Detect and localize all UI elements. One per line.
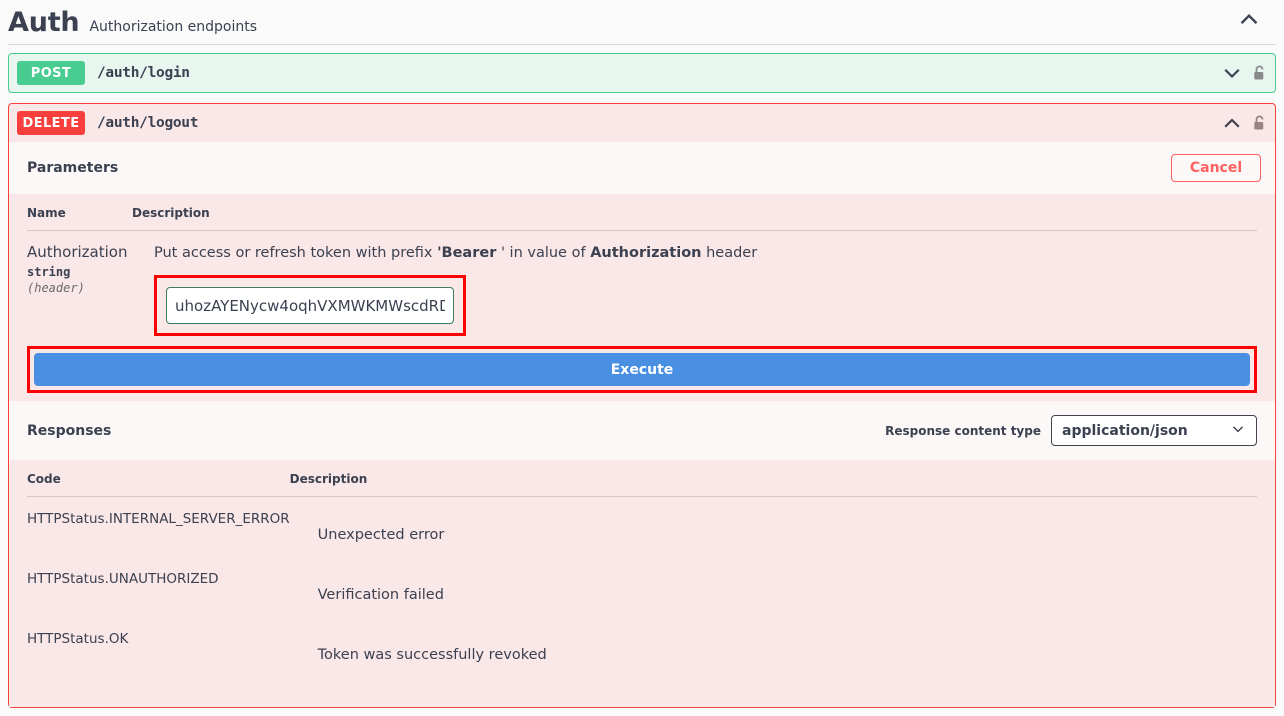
description-bold-authorization: Authorization (590, 245, 701, 261)
responses-table: Code Description HTTPStatus.INTERNAL_SER… (27, 460, 1257, 677)
http-method-badge: POST (17, 61, 85, 85)
responses-title: Responses (27, 423, 111, 439)
unlocked-padlock-icon[interactable] (1252, 64, 1267, 83)
execute-highlight-box: Execute (27, 346, 1257, 393)
table-row: HTTPStatus.OK Token was successfully rev… (27, 617, 1257, 677)
response-content-type-label: Response content type (885, 424, 1041, 438)
table-row: HTTPStatus.INTERNAL_SERVER_ERROR Unexpec… (27, 497, 1257, 557)
parameter-type: string (27, 265, 132, 279)
response-description: Token was successfully revoked (290, 617, 1257, 677)
endpoint-path: /auth/login (97, 65, 190, 81)
parameter-name-cell: Authorization string (header) (27, 231, 132, 346)
operation-summary[interactable]: POST /auth/login (9, 54, 1275, 92)
chevron-up-icon[interactable] (1238, 8, 1260, 30)
cancel-button[interactable]: Cancel (1171, 154, 1261, 182)
execute-wrap: Execute (9, 346, 1275, 401)
response-code: HTTPStatus.UNAUTHORIZED (27, 557, 290, 617)
description-prefix: Put access or refresh token with prefix (154, 245, 437, 261)
page-title: Auth (8, 6, 79, 40)
chevron-down-icon (1230, 421, 1246, 441)
operation-delete-auth-logout[interactable]: DELETE /auth/logout Paramet (8, 103, 1276, 708)
description-mid: ' in value of (496, 245, 590, 261)
parameter-name: Authorization (27, 243, 132, 262)
parameter-description-cell: Put access or refresh token with prefix … (132, 231, 1257, 346)
table-row: Authorization string (header) Put access… (27, 231, 1257, 346)
operation-post-auth-login[interactable]: POST /auth/login (8, 53, 1276, 93)
swagger-ui-page: Auth Authorization endpoints POST /auth/… (0, 0, 1284, 716)
operation-summary[interactable]: DELETE /auth/logout (9, 104, 1275, 142)
parameters-title: Parameters (27, 160, 118, 176)
parameters-table-wrap: Name Description Authorization string (h… (9, 194, 1275, 346)
response-code: HTTPStatus.OK (27, 617, 290, 677)
response-content-type-value: application/json (1062, 423, 1230, 439)
table-header-row: Name Description (27, 194, 1257, 231)
unlocked-padlock-icon[interactable] (1252, 114, 1267, 133)
execute-button[interactable]: Execute (34, 353, 1250, 386)
column-header-description: Description (290, 460, 1257, 497)
responses-table-wrap: Code Description HTTPStatus.INTERNAL_SER… (9, 460, 1275, 707)
responses-header: Responses Response content type applicat… (9, 401, 1275, 460)
response-description: Unexpected error (290, 497, 1257, 557)
input-highlight-box (154, 275, 466, 336)
description-suffix: header (701, 245, 757, 261)
response-description: Verification failed (290, 557, 1257, 617)
parameters-header: Parameters Cancel (9, 142, 1275, 194)
response-code: HTTPStatus.INTERNAL_SERVER_ERROR (27, 497, 290, 557)
header-divider (8, 44, 1276, 45)
parameter-location: (header) (27, 281, 132, 295)
table-header-row: Code Description (27, 460, 1257, 497)
description-bold-bearer: 'Bearer (437, 245, 496, 261)
authorization-input[interactable] (166, 287, 454, 324)
parameters-table: Name Description Authorization string (h… (27, 194, 1257, 346)
column-header-code: Code (27, 460, 290, 497)
column-header-description: Description (132, 194, 1257, 231)
column-header-name: Name (27, 194, 132, 231)
parameter-description: Put access or refresh token with prefix … (154, 243, 1257, 263)
tag-header[interactable]: Auth Authorization endpoints (0, 0, 1284, 40)
tag-description: Authorization endpoints (89, 17, 257, 37)
operation-body: Parameters Cancel Name Description (9, 142, 1275, 707)
chevron-up-icon[interactable] (1222, 113, 1242, 133)
chevron-down-icon[interactable] (1222, 63, 1242, 83)
table-row: HTTPStatus.UNAUTHORIZED Verification fai… (27, 557, 1257, 617)
endpoint-path: /auth/logout (97, 115, 198, 131)
response-content-type-select[interactable]: application/json (1051, 415, 1257, 446)
http-method-badge: DELETE (17, 111, 85, 135)
